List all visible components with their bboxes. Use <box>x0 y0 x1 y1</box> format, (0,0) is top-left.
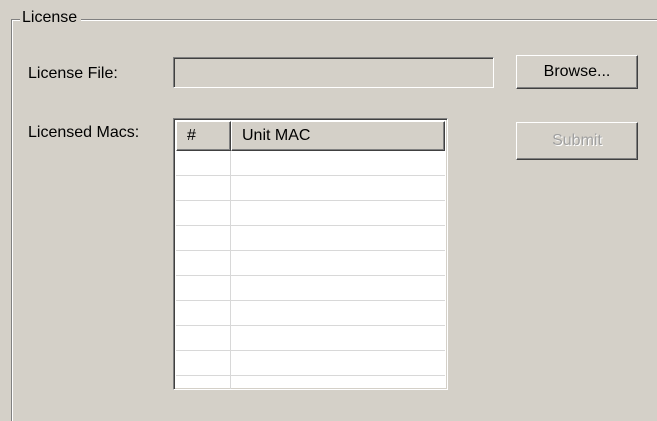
license-file-input[interactable] <box>174 58 493 87</box>
unit-mac-cell <box>231 201 445 225</box>
table-row[interactable] <box>176 251 445 276</box>
table-row[interactable] <box>176 226 445 251</box>
license-file-label: License File: <box>28 65 118 82</box>
submit-button: Submit <box>516 122 638 160</box>
row-number-cell <box>176 176 231 200</box>
row-number-cell <box>176 326 231 350</box>
table-row[interactable] <box>176 151 445 176</box>
list-body <box>176 151 445 389</box>
unit-mac-cell <box>231 376 445 389</box>
row-number-cell <box>176 351 231 375</box>
unit-mac-cell <box>231 226 445 250</box>
row-number-cell <box>176 376 231 389</box>
license-panel: License License File: Browse... Licensed… <box>0 0 657 421</box>
unit-mac-cell <box>231 351 445 375</box>
table-row[interactable] <box>176 376 445 389</box>
list-header: # Unit MAC <box>176 121 445 151</box>
row-number-cell <box>176 151 231 175</box>
licensed-macs-list[interactable]: # Unit MAC <box>173 118 448 390</box>
table-row[interactable] <box>176 276 445 301</box>
license-group-title: License <box>20 8 82 28</box>
unit-mac-cell <box>231 301 445 325</box>
unit-mac-cell <box>231 326 445 350</box>
table-row[interactable] <box>176 176 445 201</box>
table-row[interactable] <box>176 301 445 326</box>
column-header-number[interactable]: # <box>176 121 231 151</box>
unit-mac-cell <box>231 251 445 275</box>
browse-button[interactable]: Browse... <box>516 55 638 89</box>
row-number-cell <box>176 276 231 300</box>
table-row[interactable] <box>176 201 445 226</box>
row-number-cell <box>176 226 231 250</box>
column-header-unit-mac[interactable]: Unit MAC <box>231 121 445 151</box>
unit-mac-cell <box>231 276 445 300</box>
unit-mac-cell <box>231 151 445 175</box>
licensed-macs-label: Licensed Macs: <box>28 124 140 141</box>
table-row[interactable] <box>176 351 445 376</box>
unit-mac-cell <box>231 176 445 200</box>
row-number-cell <box>176 251 231 275</box>
license-file-field[interactable] <box>173 57 494 88</box>
row-number-cell <box>176 201 231 225</box>
row-number-cell <box>176 301 231 325</box>
table-row[interactable] <box>176 326 445 351</box>
